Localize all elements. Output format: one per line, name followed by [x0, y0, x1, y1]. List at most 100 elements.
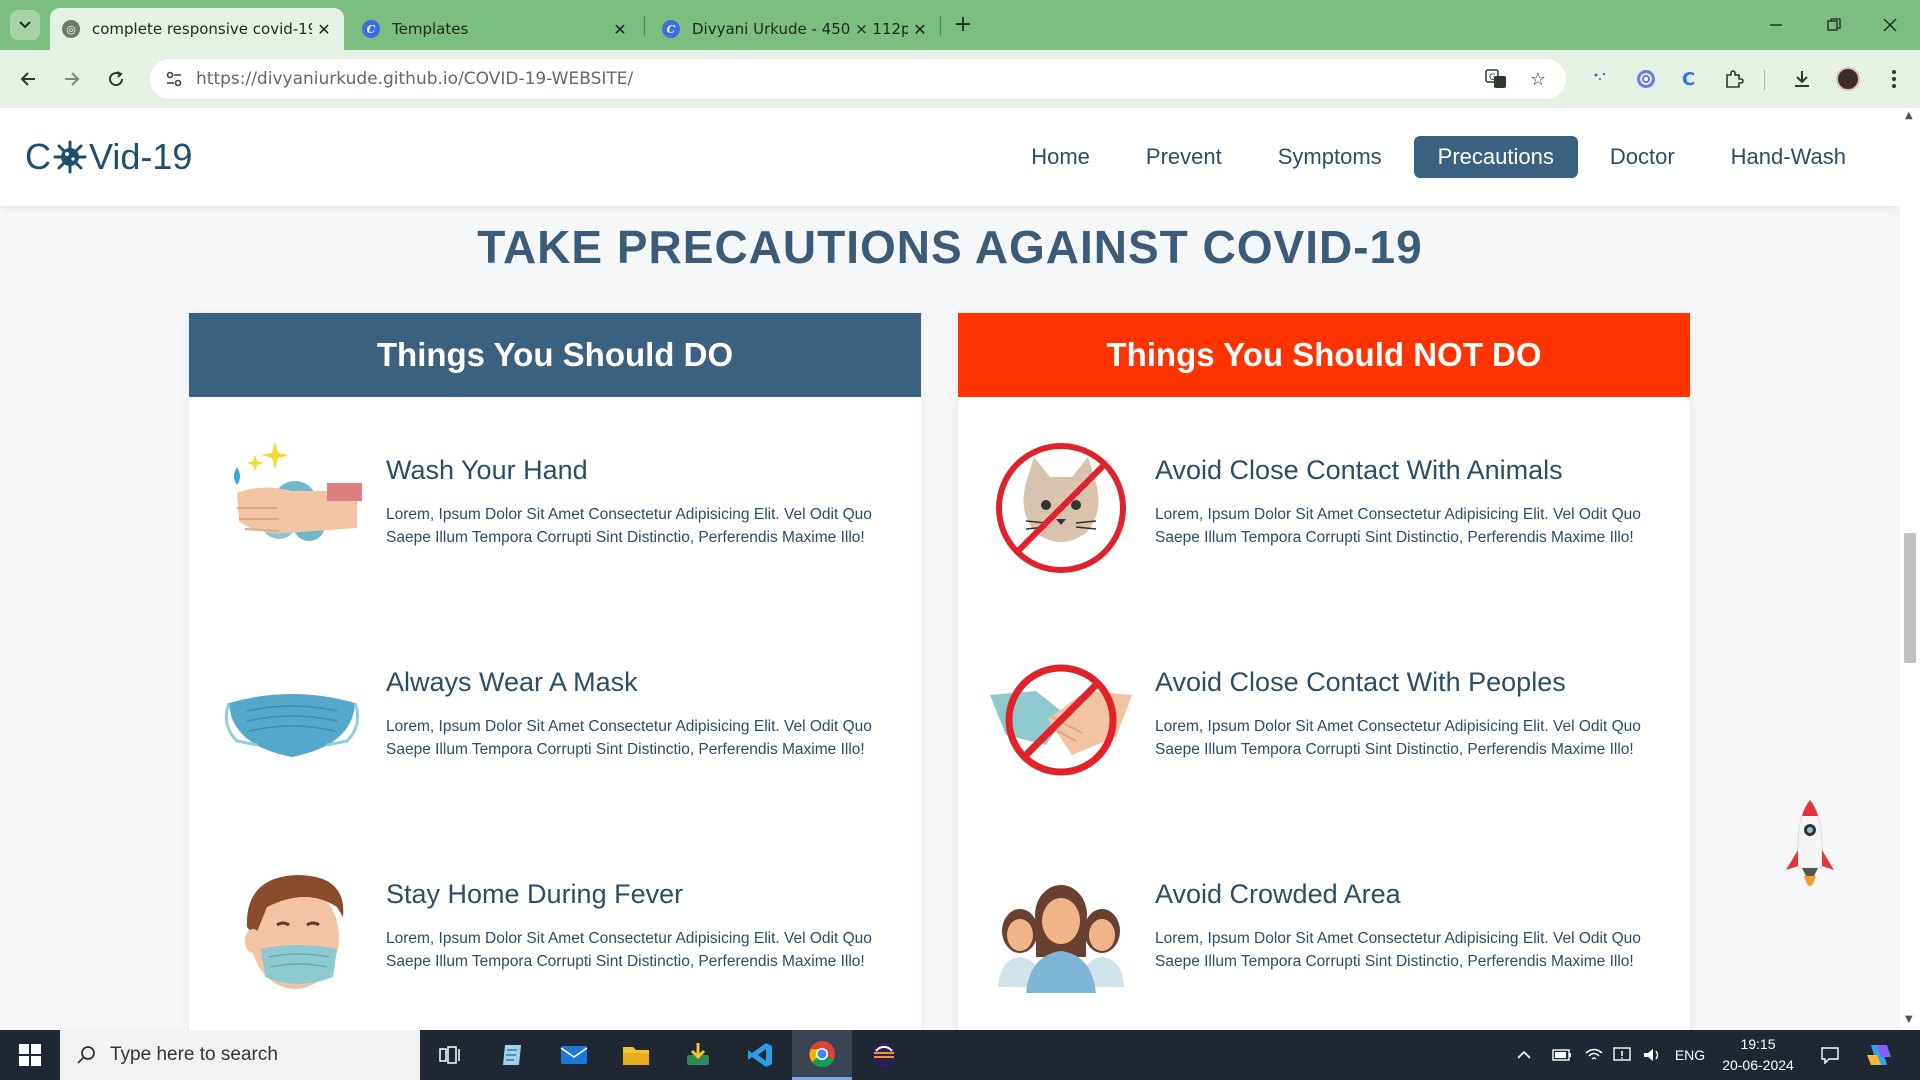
nav-home[interactable]: Home	[1007, 136, 1114, 178]
tab-search-button[interactable]	[10, 10, 40, 40]
more-vertical-icon	[1892, 70, 1896, 88]
bookmark-star-icon[interactable]: ☆	[1526, 67, 1550, 91]
nav-prevent[interactable]: Prevent	[1122, 136, 1246, 178]
taskbar-app-vscode[interactable]	[730, 1030, 790, 1080]
scrollbar-thumb[interactable]	[1904, 533, 1916, 663]
volume-icon[interactable]	[1640, 1030, 1664, 1080]
installer-icon	[687, 1043, 709, 1065]
no-animals-icon	[996, 443, 1126, 573]
main-nav: Home Prevent Symptoms Precautions Doctor…	[1007, 136, 1870, 178]
nav-hand-wash[interactable]: Hand-Wash	[1707, 136, 1870, 178]
dont-column-title: Things You Should NOT DO	[958, 313, 1690, 397]
restore-icon	[1827, 18, 1841, 31]
browser-tab-active[interactable]: ◎ complete responsive covid-19 w ✕	[50, 8, 344, 50]
extension-spiral-icon[interactable]	[1632, 65, 1660, 93]
scroll-down-arrow-icon[interactable]: ▼	[1905, 1014, 1913, 1025]
globe-icon: ◎	[62, 20, 80, 38]
start-button[interactable]	[0, 1030, 60, 1080]
nav-doctor[interactable]: Doctor	[1586, 136, 1699, 178]
browser-tab-bar: ◎ complete responsive covid-19 w ✕ C Tem…	[0, 0, 1920, 50]
list-item: Wash Your Hand Lorem, Ipsum Dolor Sit Am…	[189, 433, 921, 593]
notes-app-icon	[503, 1045, 521, 1065]
reload-button[interactable]	[100, 63, 132, 95]
address-bar[interactable]: https://divyaniurkude.github.io/COVID-19…	[150, 59, 1566, 99]
extension-sparkle-icon[interactable]	[1586, 65, 1614, 93]
new-tab-button[interactable]: +	[950, 12, 976, 38]
chevron-down-icon	[19, 21, 31, 29]
virus-icon	[53, 140, 87, 174]
browser-tab-templates[interactable]: C Templates ✕	[350, 8, 640, 50]
item-description: Lorem, Ipsum Dolor Sit Amet Consectetur …	[386, 930, 872, 970]
scroll-top-rocket-icon[interactable]	[1782, 798, 1838, 898]
extensions-puzzle-icon[interactable]	[1720, 65, 1748, 93]
browser-tab-canva-design[interactable]: C Divyani Urkude - 450 × 112px ✕	[650, 8, 940, 50]
forward-button[interactable]	[56, 63, 88, 95]
clock-time: 19:15	[1740, 1036, 1776, 1052]
logo-suffix: Vid-19	[89, 136, 193, 177]
url-text: https://divyaniurkude.github.io/COVID-19…	[196, 69, 633, 89]
taskbar-app-notes[interactable]	[482, 1030, 542, 1080]
windows-taskbar: Type here to search ENG 19:15 20-06-2024	[0, 1030, 1920, 1080]
copilot-icon	[1867, 1045, 1891, 1065]
search-placeholder: Type here to search	[110, 1044, 278, 1065]
taskbar-app-chrome[interactable]	[792, 1030, 852, 1080]
taskbar-search-input[interactable]: Type here to search	[60, 1030, 420, 1080]
item-title: Avoid Close Contact With Peoples	[1155, 667, 1566, 697]
restore-button[interactable]	[1806, 0, 1862, 50]
wifi-icon[interactable]	[1582, 1030, 1606, 1080]
scroll-up-arrow-icon[interactable]: ▲	[1905, 110, 1913, 121]
taskbar-app-file-explorer[interactable]	[606, 1030, 666, 1080]
minimize-button[interactable]	[1748, 0, 1804, 50]
close-icon[interactable]: ✕	[312, 20, 336, 39]
site-settings-icon[interactable]	[162, 67, 186, 91]
browser-menu-button[interactable]	[1880, 65, 1908, 93]
vscode-icon	[748, 1043, 772, 1067]
item-title: Wash Your Hand	[386, 455, 588, 485]
translate-icon[interactable]: G	[1484, 67, 1508, 91]
page-viewport: C Vid-19 Home Prevent Symptoms Precautio…	[0, 108, 1900, 1030]
close-window-button[interactable]	[1862, 0, 1918, 50]
page-scrollbar[interactable]: ▲ ▼	[1900, 108, 1920, 1030]
item-description: Lorem, Ipsum Dolor Sit Amet Consectetur …	[1155, 930, 1641, 970]
logo-prefix: C	[25, 136, 51, 177]
task-view-icon	[439, 1046, 460, 1064]
clock-date: 20-06-2024	[1722, 1057, 1794, 1073]
network-alert-icon[interactable]	[1610, 1030, 1634, 1080]
face-mask-icon	[224, 694, 360, 757]
taskbar-app-mail[interactable]	[544, 1030, 604, 1080]
list-item: Always Wear A Mask Lorem, Ipsum Dolor Si…	[189, 645, 921, 805]
canva-extension-icon[interactable]: C	[1676, 65, 1704, 93]
list-item: Avoid Close Contact With Animals Lorem, …	[958, 433, 1690, 593]
copilot-button[interactable]	[1862, 1030, 1896, 1080]
item-title: Avoid Close Contact With Animals	[1155, 455, 1563, 485]
taskbar-app-eclipse[interactable]	[854, 1030, 914, 1080]
notification-icon	[1821, 1047, 1839, 1064]
tab-separator	[940, 16, 941, 36]
taskbar-clock[interactable]: 19:15 20-06-2024	[1710, 1034, 1806, 1076]
notifications-button[interactable]	[1816, 1030, 1844, 1080]
item-description: Lorem, Ipsum Dolor Sit Amet Consectetur …	[1155, 718, 1641, 758]
folder-icon	[623, 1047, 649, 1065]
profile-avatar[interactable]	[1834, 65, 1862, 93]
show-hidden-icons-button[interactable]	[1512, 1030, 1536, 1080]
nav-symptoms[interactable]: Symptoms	[1254, 136, 1406, 178]
site-logo[interactable]: C Vid-19	[25, 136, 192, 178]
avatar-icon	[1836, 67, 1860, 91]
task-view-button[interactable]	[420, 1030, 480, 1080]
arrow-left-icon	[20, 72, 35, 86]
language-indicator[interactable]: ENG	[1672, 1030, 1708, 1080]
close-icon	[1883, 18, 1897, 32]
download-icon[interactable]	[1788, 65, 1816, 93]
close-icon[interactable]: ✕	[608, 20, 632, 39]
minimize-icon	[1770, 24, 1782, 26]
battery-icon[interactable]	[1550, 1030, 1574, 1080]
nav-precautions[interactable]: Precautions	[1413, 136, 1578, 178]
do-column: Things You Should DO Wash Your Hand Lore…	[189, 313, 921, 1030]
crowd-icon	[998, 885, 1124, 993]
site-header: C Vid-19 Home Prevent Symptoms Precautio…	[0, 108, 1900, 206]
taskbar-app-installer[interactable]	[668, 1030, 728, 1080]
back-button[interactable]	[12, 63, 44, 95]
close-icon[interactable]: ✕	[908, 20, 932, 39]
item-description: Lorem, Ipsum Dolor Sit Amet Consectetur …	[386, 718, 872, 758]
page-title: TAKE PRECAUTIONS AGAINST COVID-19	[477, 221, 1423, 273]
